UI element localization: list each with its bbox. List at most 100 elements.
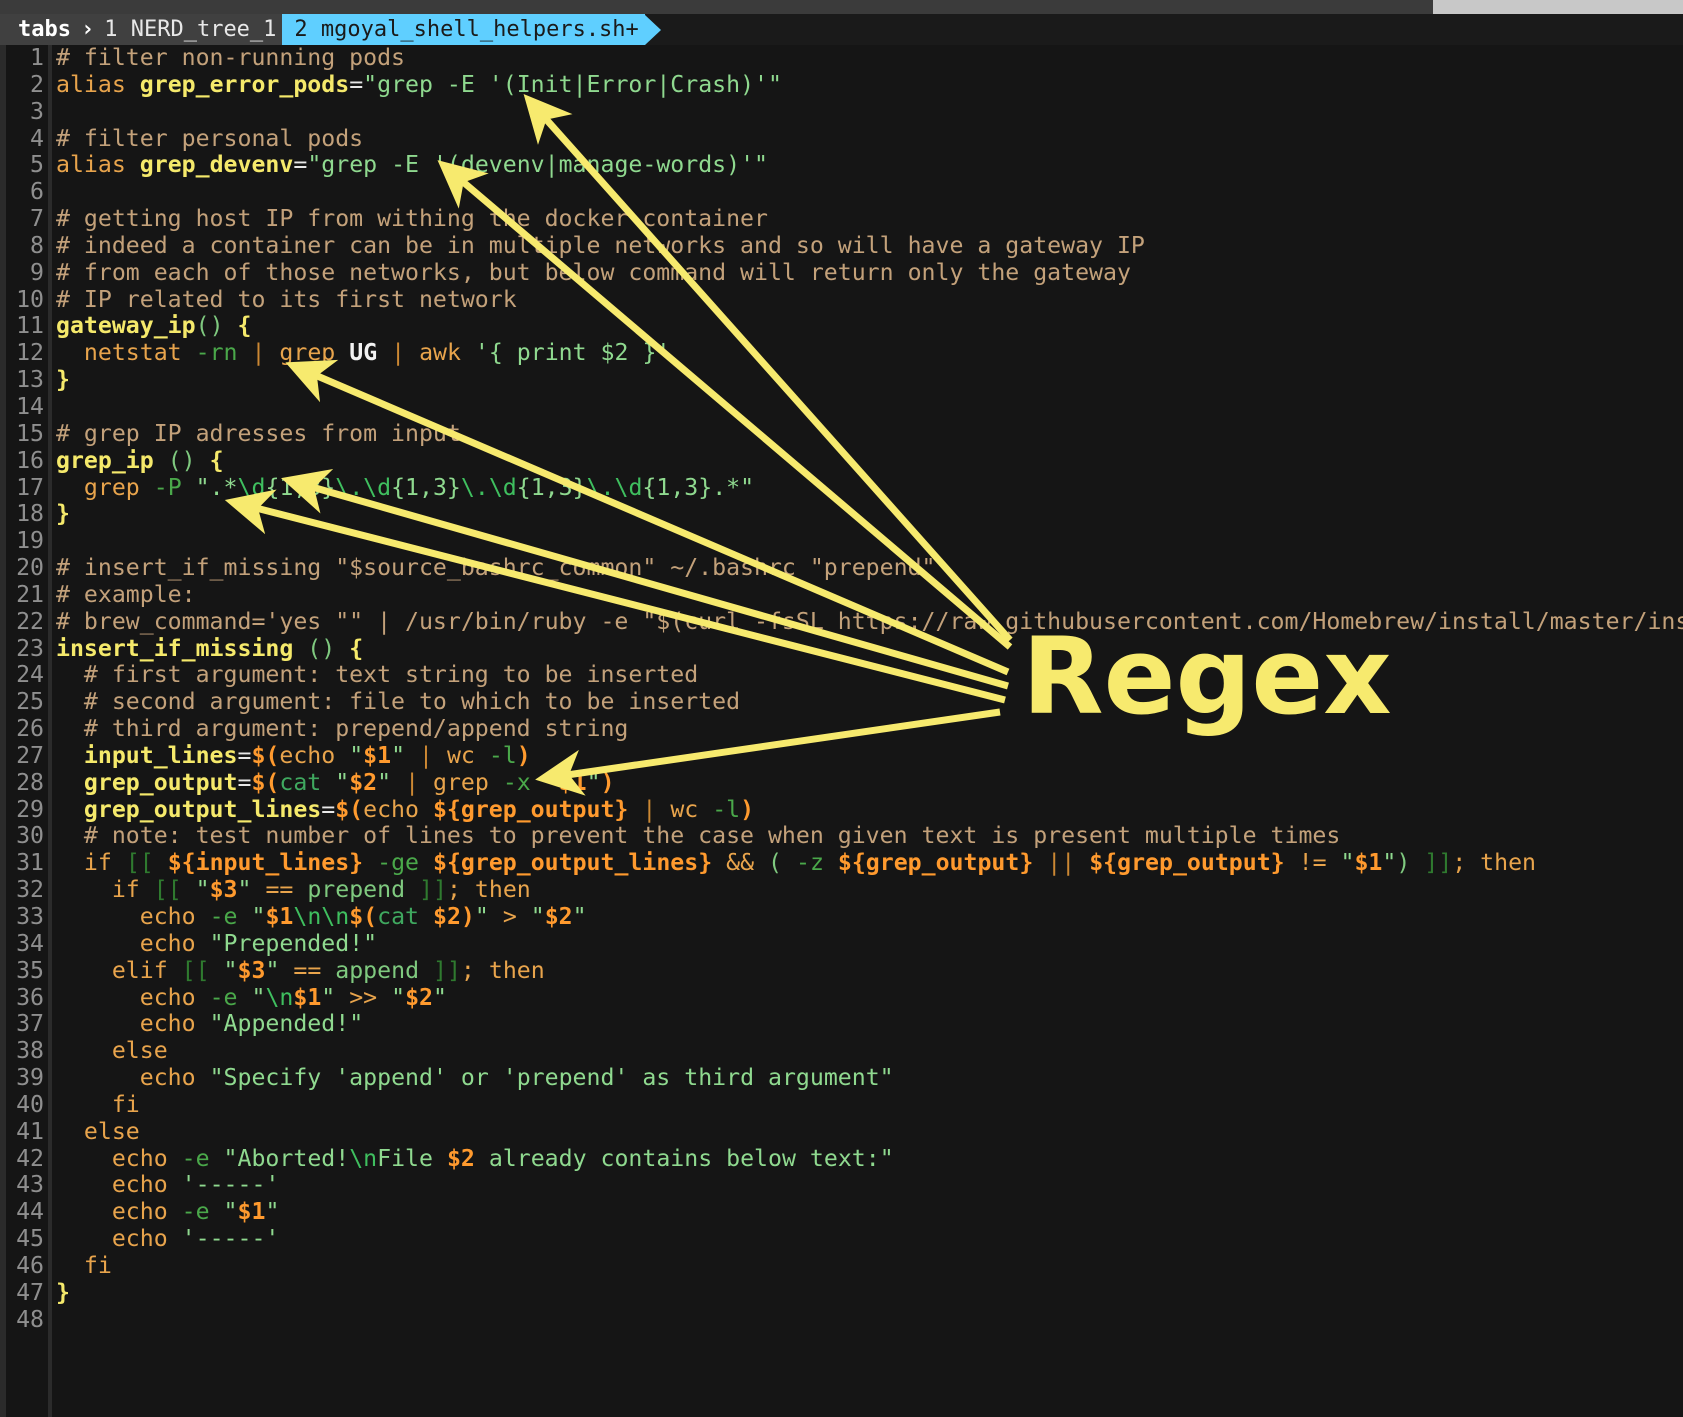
line-number: 40 [0,1092,44,1119]
code-line: 2alias grep_error_pods="grep -E '(Init|E… [0,72,1683,99]
line-source: if [[ "$3" == prepend ]]; then [56,876,531,903]
code-line: 12 netstat -rn | grep UG | awk '{ print … [0,340,1683,367]
line-source: if [[ ${input_lines} -ge ${grep_output_l… [56,849,1536,876]
line-number: 11 [0,313,44,340]
tabline-filler [661,14,1683,45]
code-line: 27 input_lines=$(echo "$1" | wc -l) [0,743,1683,770]
window-title-bar [0,0,1683,14]
line-source: # filter personal pods [56,125,363,152]
line-source: else [56,1037,168,1064]
line-source: echo -e "Aborted!\nFile $2 already conta… [56,1145,894,1172]
code-line: 23 insert_if_missing () { [0,636,1683,663]
line-number: 5 [0,152,44,179]
code-line: 31 if [[ ${input_lines} -ge ${grep_outpu… [0,850,1683,877]
code-line: 21# example: [0,582,1683,609]
editor-buffer[interactable]: 1# filter non-running pods2alias grep_er… [0,45,1683,1417]
line-number: 47 [0,1280,44,1307]
vim-editor-window: tabs › 1 NERD_tree_1 2 mgoyal_shell_help… [0,0,1683,1417]
code-line: 14 [0,394,1683,421]
line-source: insert_if_missing () { [56,635,363,662]
code-line: 40 fi [0,1092,1683,1119]
tab-arrow-active-icon [645,15,661,45]
tabline: tabs › 1 NERD_tree_1 2 mgoyal_shell_help… [0,14,1683,45]
line-number: 9 [0,260,44,287]
code-line: 5 alias grep_devenv="grep -E '(devenv|man… [0,152,1683,179]
line-source: elif [[ "$3" == append ]]; then [56,957,545,984]
line-source: echo -e "$1" [56,1198,279,1225]
line-source: # note: test number of lines to prevent … [56,822,1340,849]
line-number: 30 [0,823,44,850]
code-line: 43 echo '-----' [0,1172,1683,1199]
code-line: 42 echo -e "Aborted!\nFile $2 already co… [0,1146,1683,1173]
code-line: 33 echo -e "$1\n\n$(cat $2)" > "$2" [0,904,1683,931]
line-source: # from each of those networks, but below… [56,259,1131,286]
line-number: 41 [0,1119,44,1146]
line-number: 8 [0,233,44,260]
line-number: 6 [0,179,44,206]
line-number: 25 [0,689,44,716]
line-number: 24 [0,662,44,689]
line-source: } [56,500,70,527]
line-source: } [56,366,70,393]
code-lines: 1# filter non-running pods2alias grep_er… [0,45,1683,1334]
code-line: 15# grep IP adresses from input [0,421,1683,448]
tabline-separator-icon: › [81,14,100,45]
line-source: fi [56,1252,112,1279]
line-source: grep -P ".*\d{1,3}\.\d{1,3}\.\d{1,3}\.\d… [56,474,754,501]
line-number: 38 [0,1038,44,1065]
line-number: 35 [0,958,44,985]
tab-shell-helpers[interactable]: 2 mgoyal_shell_helpers.sh+ [282,14,644,45]
code-line: 45 echo '-----' [0,1226,1683,1253]
line-source: echo -e "$1\n\n$(cat $2)" > "$2" [56,903,587,930]
code-line: 24 # first argument: text string to be i… [0,662,1683,689]
line-number: 3 [0,99,44,126]
line-source: netstat -rn | grep UG | awk '{ print $2 … [56,339,670,366]
line-source: # second argument: file to which to be i… [56,688,740,715]
line-number: 21 [0,582,44,609]
tabline-label: tabs [0,14,81,45]
line-source: grep_output_lines=$(echo ${grep_output} … [56,796,754,823]
code-line: 1# filter non-running pods [0,45,1683,72]
window-title-bar-dark-region [0,0,1433,14]
line-number: 7 [0,206,44,233]
line-source: gateway_ip() { [56,312,251,339]
line-number: 13 [0,367,44,394]
line-source: alias grep_devenv="grep -E '(devenv|mana… [56,151,768,178]
code-line: 19 [0,528,1683,555]
line-number: 34 [0,931,44,958]
line-source: # indeed a container can be in multiple … [56,232,1145,259]
code-line: 13} [0,367,1683,394]
line-number: 4 [0,126,44,153]
line-source: # grep IP adresses from input [56,420,461,447]
line-number: 27 [0,743,44,770]
code-line: 37 echo "Appended!" [0,1011,1683,1038]
code-line: 18} [0,501,1683,528]
line-number: 19 [0,528,44,555]
code-line: 25 # second argument: file to which to b… [0,689,1683,716]
line-source: echo -e "\n$1" >> "$2" [56,984,447,1011]
code-line: 20# insert_if_missing "$source_bashrc_co… [0,555,1683,582]
code-line: 46 fi [0,1253,1683,1280]
line-source: echo "Specify 'append' or 'prepend' as t… [56,1064,894,1091]
line-number: 16 [0,448,44,475]
line-number: 22 [0,609,44,636]
line-number: 36 [0,985,44,1012]
line-source: # IP related to its first network [56,286,517,313]
line-source: grep_output=$(cat "$2" | grep -x "$1") [56,769,615,796]
line-number: 28 [0,770,44,797]
tab-nerdtree[interactable]: 1 NERD_tree_1 [100,14,282,45]
code-line: 11 gateway_ip() { [0,313,1683,340]
line-source: } [56,1279,70,1306]
line-number: 23 [0,636,44,663]
line-number: 29 [0,797,44,824]
line-number: 26 [0,716,44,743]
line-source: echo '-----' [56,1171,279,1198]
line-number: 10 [0,287,44,314]
line-source: echo "Appended!" [56,1010,363,1037]
code-line: 22# brew_command='yes "" | /usr/bin/ruby… [0,609,1683,636]
line-source: # filter non-running pods [56,45,405,71]
line-number: 32 [0,877,44,904]
line-number: 48 [0,1307,44,1334]
code-line: 6 [0,179,1683,206]
line-number: 14 [0,394,44,421]
